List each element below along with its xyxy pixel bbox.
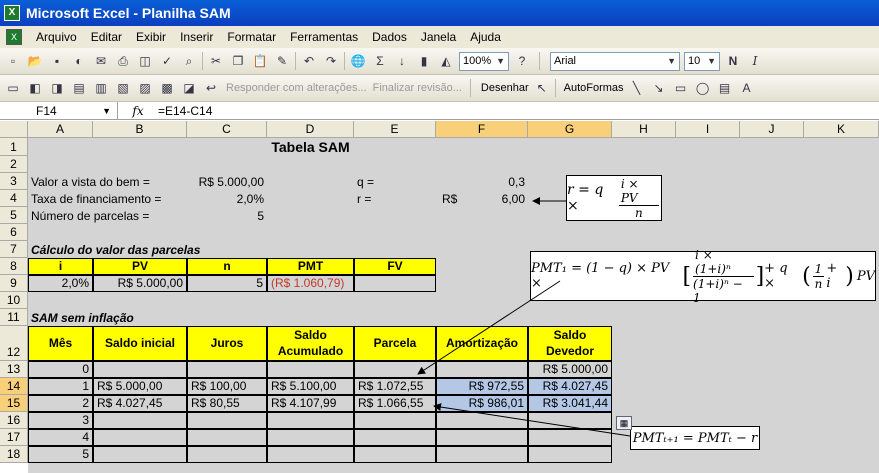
spelling-icon[interactable]: ✓ xyxy=(158,52,176,70)
menu-arquivo[interactable]: Arquivo xyxy=(36,30,77,44)
prev-comment-icon[interactable]: ◧ xyxy=(26,79,44,97)
window-title-bar: X Microsoft Excel - Planilha SAM xyxy=(0,0,879,26)
standard-toolbar: ▫ 📂 ▪ ◐ ✉ ⎙ ◫ ✓ ⌕ ✂ ❐ 📋 ✎ ↶ ↷ 🌐 Σ ↓ ▮ ◭ … xyxy=(0,48,879,75)
spreadsheet-grid: A B C D E F G H I J K 1 2 3 4 5 6 7 8 9 … xyxy=(0,121,879,473)
annotation-arrows xyxy=(417,197,631,437)
formula-input[interactable]: =E14-C14 xyxy=(158,104,212,118)
name-box[interactable]: F14 ▼ xyxy=(0,102,118,119)
autosum-icon[interactable]: Σ xyxy=(371,52,389,70)
open-icon[interactable]: 📂 xyxy=(26,52,44,70)
menu-formatar[interactable]: Formatar xyxy=(227,30,276,44)
window-title: Microsoft Excel - Planilha SAM xyxy=(26,5,231,21)
arrow-recurrence-to-parcela xyxy=(433,403,631,437)
chart-wizard-icon[interactable]: ▮ xyxy=(415,52,433,70)
paste-icon[interactable]: 📋 xyxy=(251,52,269,70)
research-icon[interactable]: ⌕ xyxy=(180,52,198,70)
menu-inserir[interactable]: Inserir xyxy=(180,30,213,44)
hyperlink-icon[interactable]: 🌐 xyxy=(349,52,367,70)
sort-ascending-icon[interactable]: ↓ xyxy=(393,52,411,70)
fx-icon[interactable]: fx xyxy=(118,104,158,118)
chevron-down-icon: ▼ xyxy=(707,56,716,66)
excel-app-icon[interactable]: X xyxy=(4,5,20,21)
menu-dados[interactable]: Dados xyxy=(372,30,407,44)
undo-icon[interactable]: ↶ xyxy=(300,52,318,70)
wordart-icon[interactable]: A xyxy=(738,79,756,97)
email-icon[interactable]: ✉ xyxy=(92,52,110,70)
menu-janela[interactable]: Janela xyxy=(421,30,456,44)
menu-exibir[interactable]: Exibir xyxy=(136,30,166,44)
menu-bar: X Arquivo Editar Exibir Inserir Formatar… xyxy=(0,26,879,48)
save-icon[interactable]: ▪ xyxy=(48,52,66,70)
menu-ferramentas[interactable]: Ferramentas xyxy=(290,30,358,44)
print-icon[interactable]: ⎙ xyxy=(114,52,132,70)
font-select[interactable]: Arial ▼ xyxy=(550,51,680,71)
reviewing-toolbar: ▭ ◧ ◨ ▤ ▥ ▧ ▨ ▩ ◪ ↩ Responder com altera… xyxy=(0,75,879,102)
workbook-icon[interactable]: X xyxy=(6,29,22,45)
arrow-icon[interactable]: ↘ xyxy=(650,79,668,97)
copy-icon[interactable]: ❐ xyxy=(229,52,247,70)
delete-comment-icon[interactable]: ▧ xyxy=(114,79,132,97)
oval-icon[interactable]: ◯ xyxy=(694,79,712,97)
print-preview-icon[interactable]: ◫ xyxy=(136,52,154,70)
end-review-button[interactable]: Finalizar revisão... xyxy=(373,82,462,94)
permission-icon[interactable]: ◐ xyxy=(70,52,88,70)
reply-icon[interactable]: ↩ xyxy=(202,79,220,97)
show-comment-icon[interactable]: ▤ xyxy=(70,79,88,97)
comment-icon[interactable]: ▭ xyxy=(4,79,22,97)
ink-icon[interactable]: ◪ xyxy=(180,79,198,97)
cut-icon[interactable]: ✂ xyxy=(207,52,225,70)
draw-menu-button[interactable]: Desenhar xyxy=(481,82,529,94)
show-all-comments-icon[interactable]: ▥ xyxy=(92,79,110,97)
menu-ajuda[interactable]: Ajuda xyxy=(470,30,501,44)
help-icon[interactable]: ? xyxy=(513,52,531,70)
reply-with-changes-button[interactable]: Responder com alterações... xyxy=(226,82,367,94)
redo-icon[interactable]: ↷ xyxy=(322,52,340,70)
select-objects-icon[interactable]: ↖ xyxy=(533,79,551,97)
menu-editar[interactable]: Editar xyxy=(91,30,122,44)
italic-button[interactable]: I xyxy=(746,52,764,70)
rectangle-icon[interactable]: ▭ xyxy=(672,79,690,97)
drawing-icon[interactable]: ◭ xyxy=(437,52,455,70)
arrow-pmt1-to-parcela xyxy=(417,280,561,375)
format-painter-icon[interactable]: ✎ xyxy=(273,52,291,70)
line-icon[interactable]: ╲ xyxy=(628,79,646,97)
formula-bar: F14 ▼ fx =E14-C14 xyxy=(0,102,879,120)
chevron-down-icon: ▼ xyxy=(102,105,111,116)
bold-button[interactable]: N xyxy=(724,52,742,70)
chevron-down-icon: ▼ xyxy=(496,56,505,66)
track-changes-icon[interactable]: ▨ xyxy=(136,79,154,97)
next-comment-icon[interactable]: ◨ xyxy=(48,79,66,97)
send-icon[interactable]: ▩ xyxy=(158,79,176,97)
autoshapes-menu-button[interactable]: AutoFormas xyxy=(564,82,624,94)
chevron-down-icon: ▼ xyxy=(667,56,676,66)
textbox-icon[interactable]: ▤ xyxy=(716,79,734,97)
font-size-select[interactable]: 10 ▼ xyxy=(684,51,720,71)
zoom-select[interactable]: 100% ▼ xyxy=(459,51,509,71)
new-icon[interactable]: ▫ xyxy=(4,52,22,70)
